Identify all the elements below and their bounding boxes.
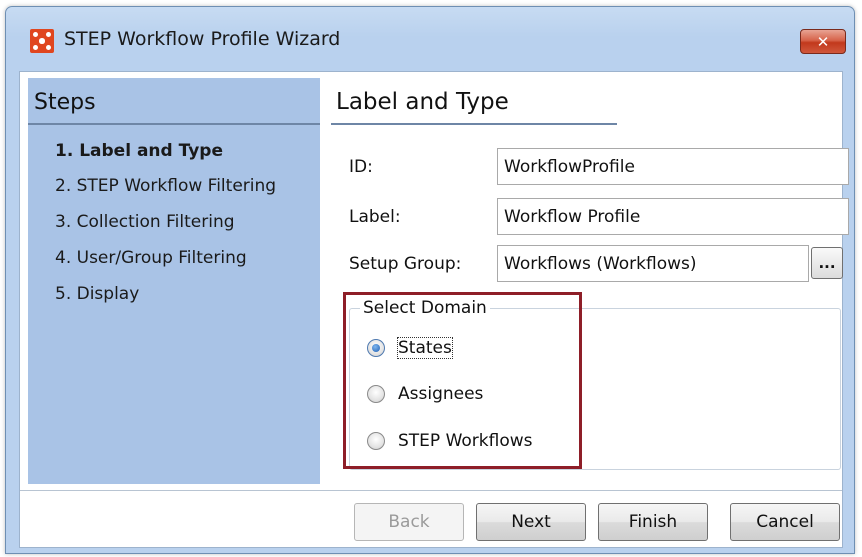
label-label: Label: [349, 207, 401, 227]
step-user-group-filtering[interactable]: 4. User/Group Filtering [55, 248, 247, 268]
step-collection-filtering[interactable]: 3. Collection Filtering [55, 212, 235, 232]
footer-divider [20, 490, 842, 491]
browse-button[interactable]: ... [811, 247, 843, 279]
step-label-and-type[interactable]: 1. Label and Type [55, 141, 223, 161]
wizard-window: STEP Workflow Profile Wizard ✕ Steps 1. … [5, 6, 855, 554]
next-button[interactable]: Next [476, 503, 586, 541]
annotation-highlight-box [343, 292, 582, 469]
setup-group-field[interactable]: Workflows (Workflows) [497, 245, 809, 282]
window-title: STEP Workflow Profile Wizard [64, 28, 341, 50]
steps-title: Steps [34, 90, 96, 115]
back-button[interactable]: Back [354, 503, 464, 541]
id-label: ID: [349, 157, 373, 177]
page-title: Label and Type [336, 89, 509, 115]
cancel-button[interactable]: Cancel [730, 503, 840, 541]
steps-panel: Steps 1. Label and Type 2. STEP Workflow… [28, 78, 320, 484]
step-display[interactable]: 5. Display [55, 284, 139, 304]
title-bar[interactable]: STEP Workflow Profile Wizard ✕ [6, 7, 854, 77]
title-divider [331, 123, 617, 125]
wizard-body: Steps 1. Label and Type 2. STEP Workflow… [19, 71, 849, 548]
setup-group-label: Setup Group: [349, 254, 462, 274]
close-icon: ✕ [816, 32, 830, 51]
label-field[interactable]: Workflow Profile [497, 198, 849, 235]
id-field[interactable]: WorkflowProfile [497, 148, 849, 185]
step-workflow-filtering[interactable]: 2. STEP Workflow Filtering [55, 176, 276, 196]
close-button[interactable]: ✕ [800, 29, 846, 54]
finish-button[interactable]: Finish [598, 503, 708, 541]
steps-divider [28, 123, 320, 125]
app-logo-icon [30, 29, 54, 53]
